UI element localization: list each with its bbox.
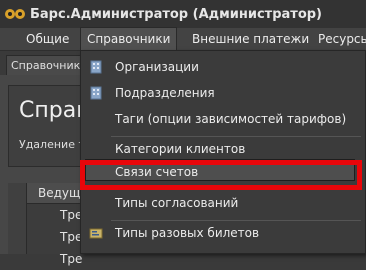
- highlight-frame: [80, 160, 362, 190]
- panel-subtitle: Удаление т: [19, 138, 85, 151]
- ticket-icon: [89, 228, 103, 239]
- grid-cell: Тре: [60, 230, 83, 244]
- grid-cell: Тре: [60, 252, 83, 266]
- menu-item-organizations[interactable]: Организации: [81, 55, 366, 81]
- menu-item-one-time-ticket-types[interactable]: Типы разовых билетов: [81, 221, 366, 247]
- window-title: Барс.Администратор (Администратор): [30, 6, 322, 22]
- menu-item-tags[interactable]: Таги (опции зависимостей тарифов): [81, 107, 366, 133]
- menu-item-label: Типы разовых билетов: [115, 226, 260, 240]
- title-bar: Барс.Администратор (Администратор): [0, 0, 366, 28]
- grid-cell: Тре: [60, 208, 83, 222]
- menu-item-label: Категории клиентов: [115, 142, 246, 156]
- menu-external-payments[interactable]: Внешние платежи: [186, 28, 315, 50]
- menu-item-label: Типы согласований: [115, 196, 239, 210]
- building-icon: [90, 86, 102, 100]
- app-logo-icon: [5, 9, 25, 19]
- menu-bar: Общие Справочники Внешние платежи Ресурс…: [0, 27, 366, 51]
- references-dropdown-menu: Организации Подразделения Таги (опции за…: [80, 50, 366, 254]
- building-icon: [90, 60, 102, 74]
- menu-item-approval-types[interactable]: Типы согласований: [81, 191, 366, 217]
- menu-item-label: Организации: [115, 60, 199, 74]
- menu-item-departments[interactable]: Подразделения: [81, 81, 366, 107]
- menu-item-label: Таги (опции зависимостей тарифов): [115, 112, 347, 126]
- menu-resources[interactable]: Ресурсы: [312, 28, 366, 50]
- menu-item-label: Подразделения: [115, 86, 215, 100]
- menu-general[interactable]: Общие: [20, 28, 75, 50]
- menu-references[interactable]: Справочники: [80, 27, 178, 50]
